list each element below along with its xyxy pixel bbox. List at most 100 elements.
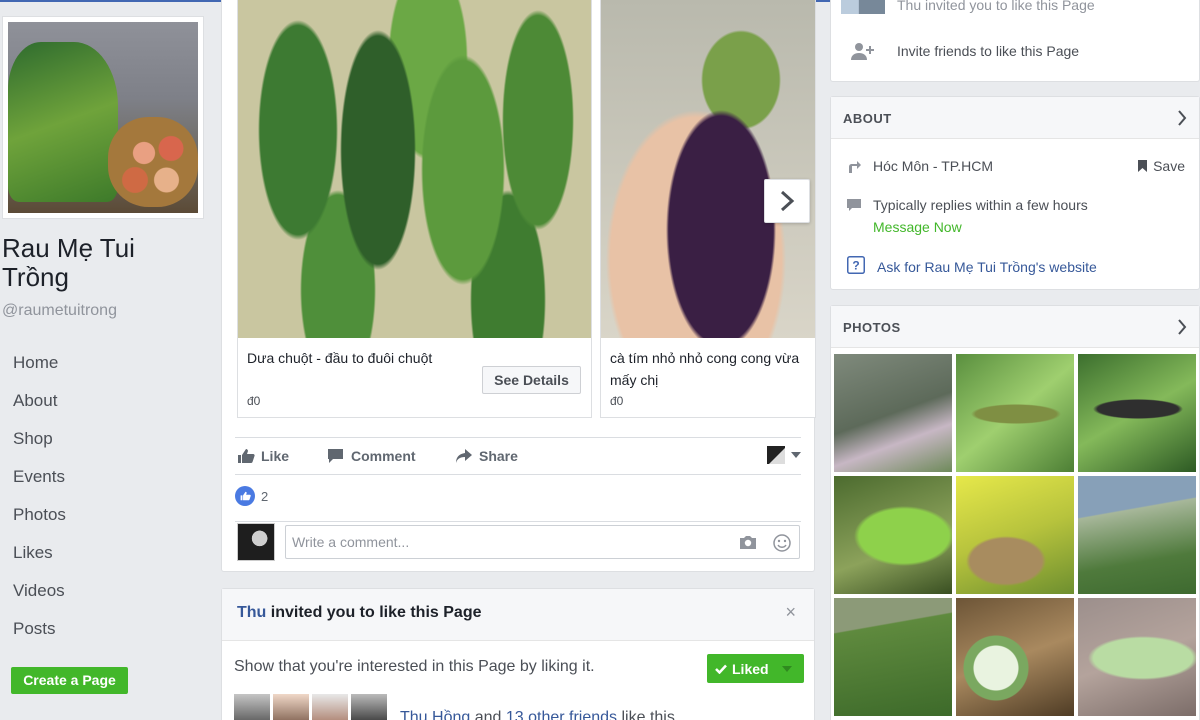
carousel-next-button[interactable] bbox=[764, 179, 810, 223]
nav-item-likes[interactable]: Likes bbox=[0, 534, 200, 572]
photo-thumbnail[interactable] bbox=[834, 598, 952, 716]
location-row: Hóc Môn - TP.HCM bbox=[847, 155, 993, 177]
friend-name-link[interactable]: Thu Hồng bbox=[400, 709, 470, 720]
like-reaction-icon bbox=[235, 486, 255, 506]
close-icon[interactable]: × bbox=[785, 602, 796, 623]
product-photo-eggplant[interactable] bbox=[601, 0, 815, 338]
photo-thumbnail[interactable] bbox=[834, 354, 952, 472]
friend-avatar[interactable] bbox=[312, 694, 348, 720]
camera-icon[interactable] bbox=[739, 534, 757, 550]
liked-label: Liked bbox=[732, 660, 769, 677]
invite-status-card: Thu invited you to like this Page Invite… bbox=[830, 0, 1200, 82]
page-nav: Home About Shop Events Photos Likes Vide… bbox=[0, 344, 200, 648]
page-handle[interactable]: @raumetuitrong bbox=[2, 302, 117, 320]
about-heading-text: ABOUT bbox=[843, 111, 892, 126]
inviter-name[interactable]: Thu bbox=[237, 604, 266, 621]
nav-item-videos[interactable]: Videos bbox=[0, 572, 200, 610]
nav-item-events[interactable]: Events bbox=[0, 458, 200, 496]
invite-heading: Thu invited you to like this Page × bbox=[222, 589, 814, 641]
share-label: Share bbox=[479, 448, 518, 464]
response-row: Typically replies within a few hours Mes… bbox=[847, 194, 1088, 238]
friend-avatar[interactable] bbox=[351, 694, 387, 720]
product-price: đ0 bbox=[610, 394, 624, 408]
caret-down-icon bbox=[781, 665, 792, 672]
friends-like-suffix: like this. bbox=[617, 709, 680, 720]
invite-friends-link[interactable]: Invite friends to like this Page bbox=[897, 43, 1079, 59]
comment-input-wrapper[interactable] bbox=[285, 525, 800, 559]
comment-button[interactable]: Comment bbox=[327, 438, 416, 474]
svg-text:?: ? bbox=[852, 259, 859, 273]
like-button[interactable]: Like bbox=[237, 438, 289, 474]
photos-card: PHOTOS bbox=[830, 305, 1200, 720]
photo-thumbnail[interactable] bbox=[1078, 354, 1196, 472]
product-title[interactable]: Dưa chuột - đầu to đuôi chuột bbox=[247, 347, 432, 369]
product-title[interactable]: cà tím nhỏ nhỏ cong cong vừa mấy chị bbox=[610, 347, 815, 391]
photo-thumbnail[interactable] bbox=[1078, 598, 1196, 716]
shop-post-card: Dưa chuột - đầu to đuôi chuột See Detail… bbox=[221, 0, 816, 572]
nav-item-posts[interactable]: Posts bbox=[0, 610, 200, 648]
chevron-right-icon bbox=[1178, 319, 1187, 335]
share-button[interactable]: Share bbox=[455, 438, 518, 474]
save-button[interactable]: Save bbox=[1138, 155, 1185, 177]
page-title[interactable]: Rau Mẹ Tui Trồng bbox=[2, 234, 202, 292]
comment-input[interactable] bbox=[286, 526, 706, 558]
about-heading[interactable]: ABOUT bbox=[831, 97, 1199, 139]
see-details-button[interactable]: See Details bbox=[482, 366, 581, 394]
product-price: đ0 bbox=[247, 394, 261, 408]
ask-website-link[interactable]: Ask for Rau Mẹ Tui Trồng's website bbox=[877, 256, 1097, 278]
product-card[interactable]: Dưa chuột - đầu to đuôi chuột See Detail… bbox=[237, 0, 592, 418]
photo-thumbnail[interactable] bbox=[1078, 476, 1196, 594]
friends-and-text: and bbox=[470, 709, 506, 720]
invite-body-text: Show that you're interested in this Page… bbox=[234, 658, 595, 675]
question-icon: ? bbox=[847, 256, 865, 274]
friend-avatar[interactable] bbox=[273, 694, 309, 720]
post-as-selector[interactable] bbox=[767, 446, 801, 464]
comment-composer bbox=[235, 521, 801, 561]
nav-item-shop[interactable]: Shop bbox=[0, 420, 200, 458]
photos-heading[interactable]: PHOTOS bbox=[831, 306, 1199, 348]
chevron-right-icon bbox=[1178, 110, 1187, 126]
photos-heading-text: PHOTOS bbox=[843, 320, 901, 335]
product-photo-cucumbers[interactable] bbox=[238, 0, 591, 338]
commenter-avatar bbox=[237, 523, 275, 561]
profile-picture-image bbox=[8, 22, 198, 213]
photo-thumbnail[interactable] bbox=[956, 354, 1074, 472]
invite-card: Thu invited you to like this Page × Show… bbox=[221, 588, 815, 720]
add-friend-icon bbox=[851, 43, 874, 60]
photo-thumbnail[interactable] bbox=[834, 476, 952, 594]
left-column: Rau Mẹ Tui Trồng @raumetuitrong Home Abo… bbox=[0, 0, 215, 720]
photo-grid bbox=[834, 354, 1196, 716]
response-time-text: Typically replies within a few hours bbox=[873, 197, 1088, 213]
friend-avatar[interactable] bbox=[234, 694, 270, 720]
thumbs-up-icon bbox=[238, 449, 255, 463]
invited-row: Thu invited you to like this Page bbox=[841, 0, 1095, 14]
share-arrow-icon bbox=[456, 449, 472, 463]
profile-picture[interactable] bbox=[2, 16, 204, 219]
caret-down-icon bbox=[791, 452, 801, 458]
directions-arrow-icon bbox=[849, 161, 861, 173]
reactions-summary[interactable]: 2 bbox=[235, 486, 268, 506]
liked-button[interactable]: Liked bbox=[707, 654, 804, 683]
photo-thumbnail[interactable] bbox=[956, 598, 1074, 716]
photo-thumbnail[interactable] bbox=[956, 476, 1074, 594]
nav-item-photos[interactable]: Photos bbox=[0, 496, 200, 534]
about-card: ABOUT Hóc Môn - TP.HCM Save Typically re… bbox=[830, 96, 1200, 290]
chevron-right-icon bbox=[780, 190, 795, 212]
invite-heading-text: invited you to like this Page bbox=[266, 604, 482, 621]
emoji-icon[interactable] bbox=[773, 534, 791, 552]
friends-like-text: Thu Hồng and 13 other friends like this. bbox=[400, 709, 679, 720]
invited-text: Thu invited you to like this Page bbox=[897, 0, 1095, 13]
like-label: Like bbox=[261, 448, 290, 464]
nav-item-home[interactable]: Home bbox=[0, 344, 200, 382]
message-now-link[interactable]: Message Now bbox=[873, 216, 1088, 238]
nav-item-about[interactable]: About bbox=[0, 382, 200, 420]
reaction-count[interactable]: 2 bbox=[261, 489, 268, 504]
create-page-button[interactable]: Create a Page bbox=[11, 667, 128, 694]
other-friends-link[interactable]: 13 other friends bbox=[506, 709, 617, 720]
post-actions-bar: Like Comment Share bbox=[235, 437, 801, 475]
check-icon bbox=[715, 664, 727, 674]
vegetables-shape bbox=[8, 42, 118, 202]
comment-tools bbox=[739, 534, 791, 552]
invite-friends-row[interactable]: Invite friends to like this Page bbox=[851, 42, 1079, 60]
location-text[interactable]: Hóc Môn - TP.HCM bbox=[873, 155, 993, 177]
